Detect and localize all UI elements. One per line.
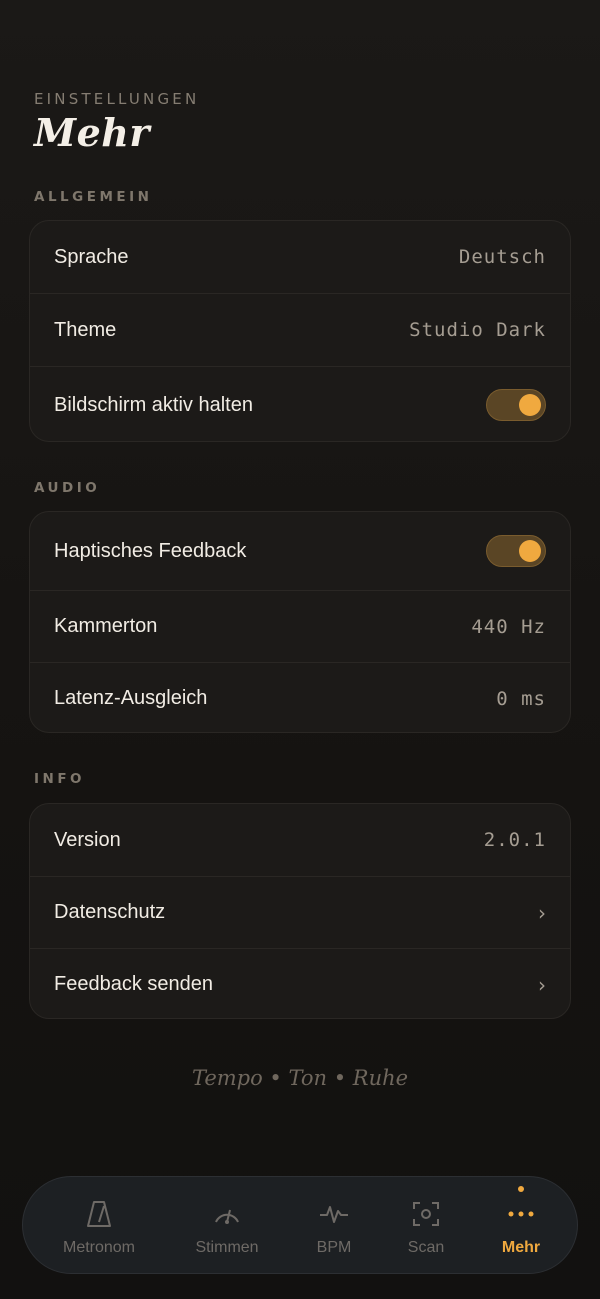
toggle-knob (519, 540, 541, 562)
tab-mehr[interactable]: Mehr (493, 1177, 549, 1275)
pulse-icon (319, 1199, 349, 1229)
tab-stimmen[interactable]: Stimmen (183, 1177, 271, 1275)
row-theme-label: Theme (54, 318, 117, 341)
row-version-label: Version (54, 828, 121, 851)
card-audio: Haptisches Feedback Kammerton 440 Hz Lat… (29, 511, 571, 733)
tab-metronom[interactable]: Metronom (53, 1177, 145, 1275)
row-latency-label: Latenz-Ausgleich (54, 687, 208, 709)
page-title: Mehr (34, 110, 150, 155)
tab-stimmen-label: Stimmen (195, 1239, 259, 1256)
row-latency-value: 0 ms (496, 687, 546, 710)
tab-scan-label: Scan (407, 1239, 445, 1256)
card-general: Sprache Deutsch Theme Studio Dark Bildsc… (29, 220, 571, 442)
page-eyebrow: EINSTELLUNGEN (34, 90, 200, 108)
row-keep-awake-label: Bildschirm aktiv halten (54, 393, 253, 416)
chevron-right-icon: › (538, 972, 546, 997)
tuner-icon (213, 1199, 241, 1229)
row-haptic-label: Haptisches Feedback (54, 539, 247, 562)
row-version-value: 2.0.1 (483, 829, 546, 851)
row-privacy-label: Datenschutz (54, 901, 166, 923)
row-latency[interactable]: Latenz-Ausgleich 0 ms (30, 663, 570, 732)
active-indicator-dot (518, 1186, 524, 1192)
row-pitch-value: 440 Hz (471, 615, 546, 638)
row-keep-awake: Bildschirm aktiv halten (30, 367, 570, 441)
metronome-icon (86, 1199, 112, 1229)
tab-mehr-label: Mehr (501, 1239, 541, 1256)
keep-awake-toggle[interactable] (486, 389, 546, 421)
tab-bpm[interactable]: BPM (307, 1177, 361, 1275)
toggle-knob (519, 394, 541, 416)
row-theme-value: Studio Dark (409, 319, 546, 341)
row-pitch-label: Kammerton (54, 615, 158, 637)
tab-bar: Metronom Stimmen BPM Scan Mehr (22, 1176, 578, 1274)
row-theme[interactable]: Theme Studio Dark (30, 294, 570, 366)
row-version: Version 2.0.1 (30, 804, 570, 876)
row-language-value: Deutsch (458, 246, 546, 268)
haptic-toggle[interactable] (486, 535, 546, 567)
chevron-right-icon: › (538, 900, 546, 925)
section-label-audio: AUDIO (34, 480, 101, 496)
row-language[interactable]: Sprache Deutsch (30, 221, 570, 293)
section-label-info: INFO (34, 771, 86, 787)
more-icon (507, 1199, 535, 1229)
row-feedback[interactable]: Feedback senden › (30, 949, 570, 1018)
tab-scan[interactable]: Scan (399, 1177, 453, 1275)
row-pitch[interactable]: Kammerton 440 Hz (30, 591, 570, 662)
tagline: Tempo • Ton • Ruhe (191, 1066, 409, 1090)
section-label-general: ALLGEMEIN (34, 189, 153, 205)
scan-icon (412, 1199, 440, 1229)
row-feedback-label: Feedback senden (54, 973, 214, 995)
row-haptic: Haptisches Feedback (30, 512, 570, 590)
card-info: Version 2.0.1 Datenschutz › Feedback sen… (29, 803, 571, 1019)
row-language-label: Sprache (54, 245, 129, 268)
tab-metronom-label: Metronom (62, 1239, 136, 1256)
row-privacy[interactable]: Datenschutz › (30, 877, 570, 948)
tab-bpm-label: BPM (316, 1239, 352, 1256)
